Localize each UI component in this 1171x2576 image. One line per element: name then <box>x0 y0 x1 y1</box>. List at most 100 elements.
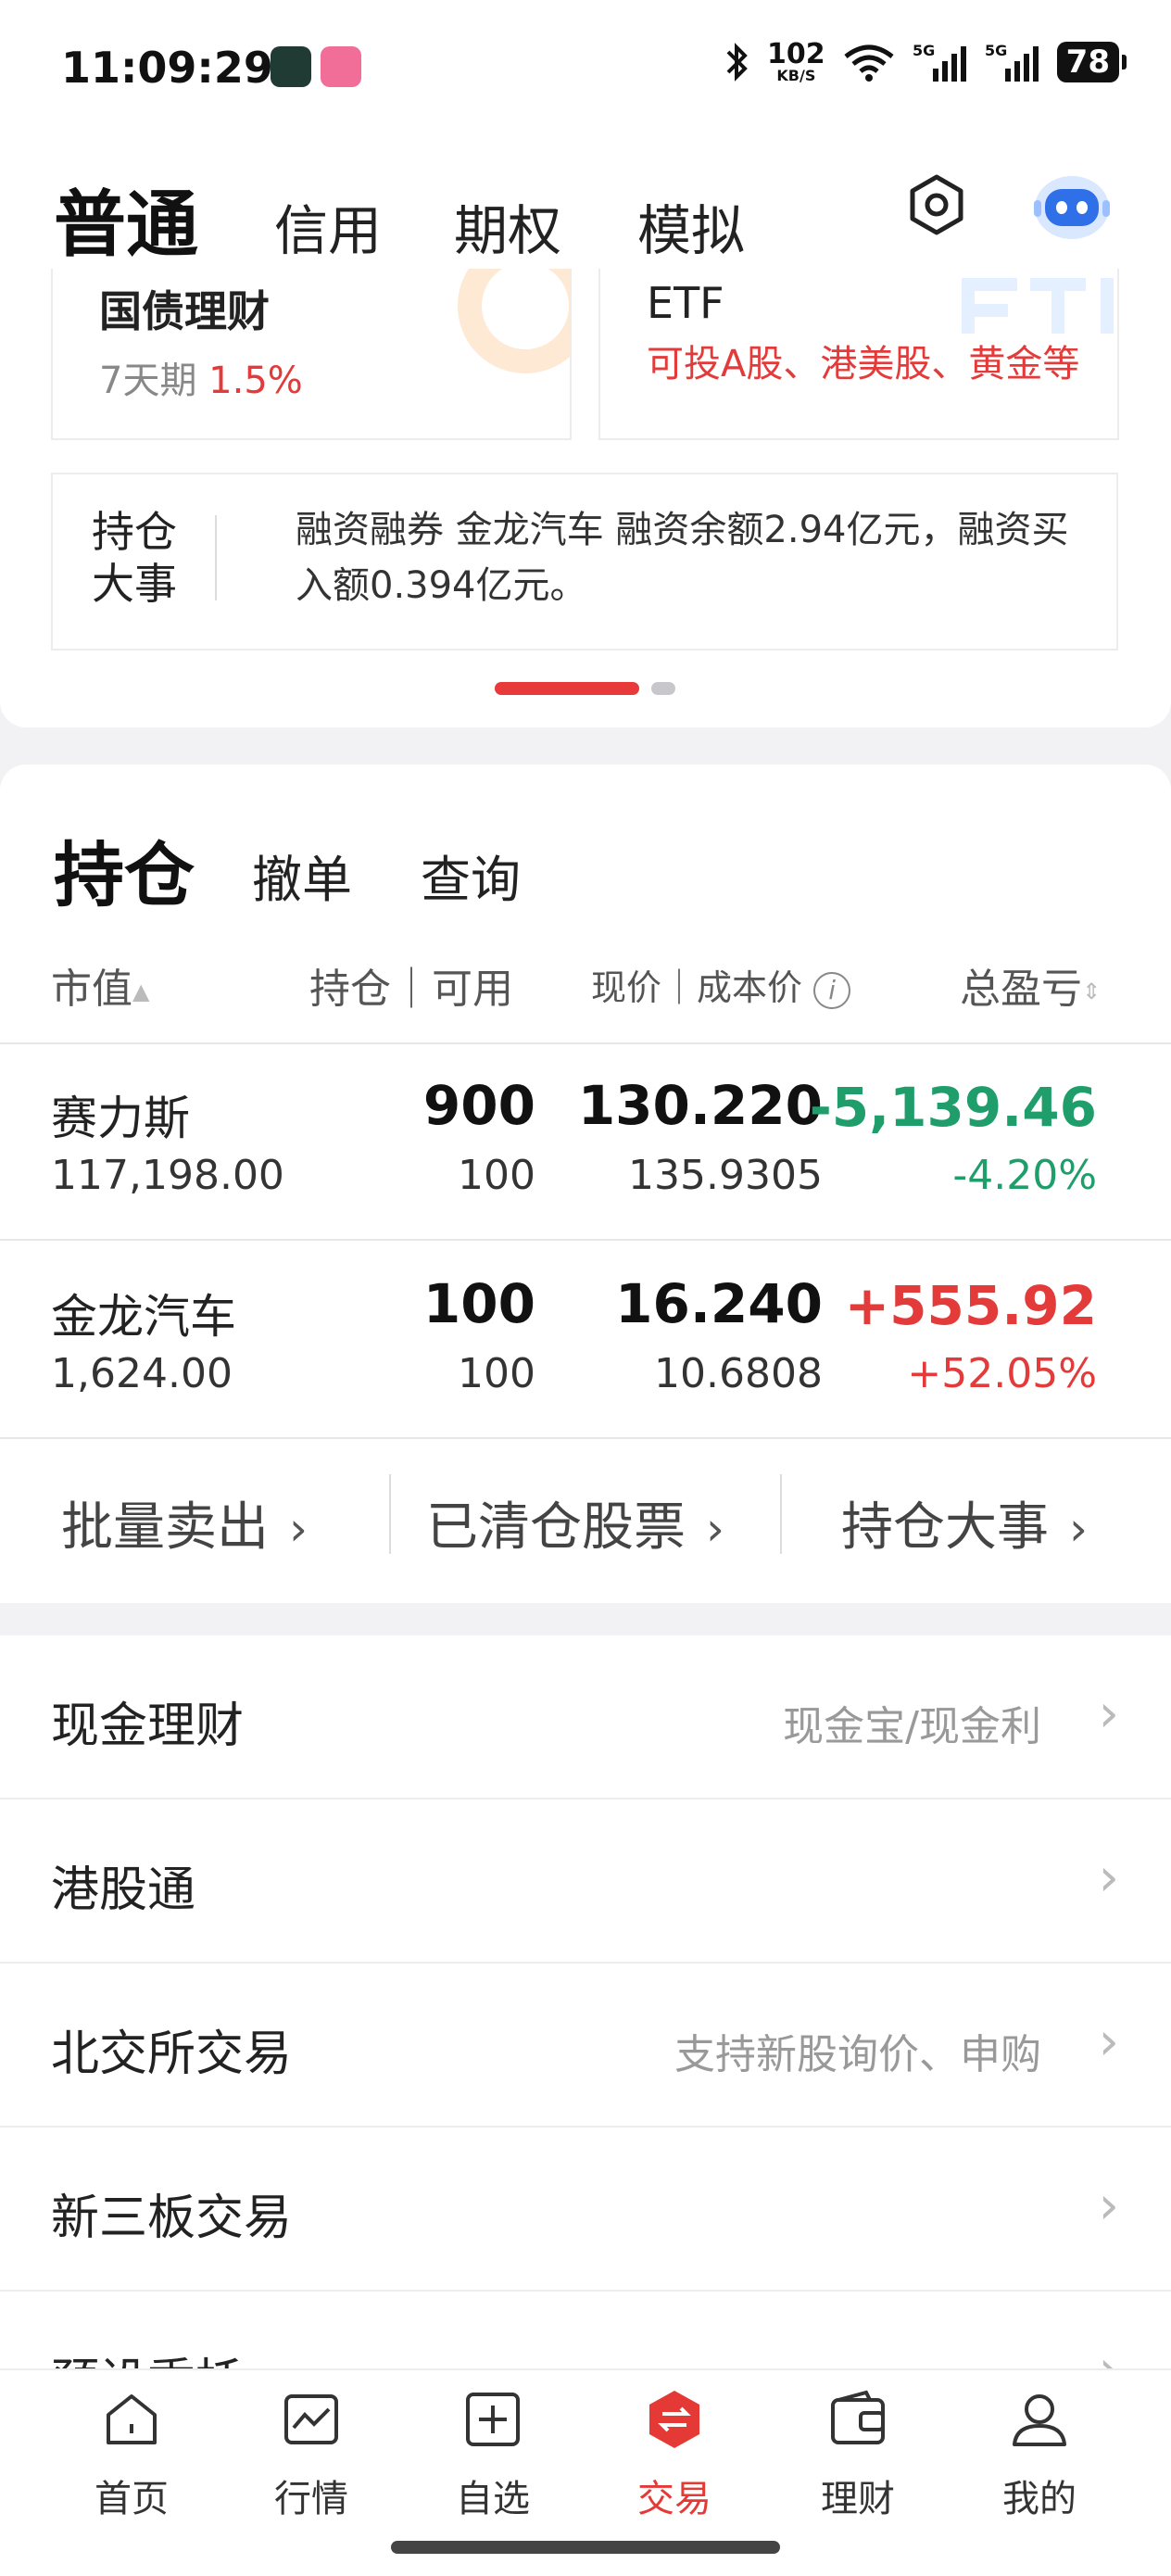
stock-name: 赛力斯 <box>51 1092 190 1145</box>
divider <box>389 1474 391 1554</box>
chevron-right-icon: › <box>1069 1502 1088 1556</box>
position-qty: 100 <box>422 1272 535 1335</box>
chevron-right-icon: › <box>706 1502 724 1556</box>
available-qty: 100 <box>458 1152 535 1199</box>
cleared-stocks-button[interactable]: 已清仓股票 › <box>426 1485 724 1560</box>
list-item-title: 新三板交易 <box>51 2191 293 2246</box>
tab-cancel-order[interactable]: 撤单 <box>252 839 352 912</box>
chevron-right-icon: › <box>289 1502 308 1556</box>
network-speed: 102 KB/S <box>767 38 825 84</box>
holding-row[interactable]: 赛力斯 117,198.00 900 100 130.220 135.9305 … <box>0 1042 1171 1239</box>
home-icon <box>107 2394 157 2444</box>
column-total-pl[interactable]: 总盈亏⇕ <box>960 955 1101 1015</box>
total-pl-percent: +52.05% <box>907 1350 1097 1397</box>
status-icons: 102 KB/S 5G 5G 78 <box>723 38 1127 84</box>
signal-5g-icon-2: 5G <box>985 42 1039 82</box>
promo-subtitle: 可投A股、港美股、黄金等 <box>647 343 1080 385</box>
trade-services-list: 现金理财 现金宝/现金利 › 港股通 › 北交所交易 支持新股询价、申购 › 新… <box>0 1635 1171 2456</box>
decorative-ring-icon <box>458 269 570 373</box>
bilibili-icon <box>321 46 361 87</box>
list-item-cash-management[interactable]: 现金理财 现金宝/现金利 › <box>0 1635 1171 1799</box>
promo-card-bond[interactable]: 国债理财 7天期 1.5% <box>51 269 572 440</box>
cost-price: 10.6808 <box>654 1350 823 1397</box>
carousel-dot-active <box>495 682 639 695</box>
tab-options[interactable]: 期权 <box>454 187 561 265</box>
nav-home[interactable]: 首页 <box>57 2387 206 2522</box>
holding-actions: 批量卖出 › 已清仓股票 › 持仓大事 › <box>0 1439 1171 1602</box>
current-price: 130.220 <box>577 1074 823 1137</box>
current-price: 16.240 <box>615 1272 823 1335</box>
nav-trade[interactable]: 交易 <box>600 2387 749 2522</box>
tab-credit[interactable]: 信用 <box>274 187 382 265</box>
divider <box>780 1474 782 1554</box>
promo-title: 国债理财 <box>99 286 270 336</box>
stock-name: 金龙汽车 <box>51 1290 236 1344</box>
chevron-right-icon: › <box>1098 2012 1119 2072</box>
nav-watchlist[interactable]: 自选 <box>419 2387 567 2522</box>
column-price: 现价｜成本价 i <box>591 959 851 1010</box>
batch-sell-button[interactable]: 批量卖出 › <box>61 1485 308 1560</box>
cost-price: 135.9305 <box>628 1152 823 1199</box>
promo-card-etf[interactable]: ETF 可投A股、港美股、黄金等 <box>598 269 1119 440</box>
wallet-icon <box>831 2390 885 2444</box>
list-item-hk-connect[interactable]: 港股通 › <box>0 1799 1171 1964</box>
nav-profile[interactable]: 我的 <box>965 2387 1114 2522</box>
total-pl: -5,139.46 <box>809 1076 1097 1139</box>
sort-icon: ⇕ <box>1082 979 1102 1004</box>
column-position: 持仓｜可用 <box>309 966 513 1013</box>
nav-wealth[interactable]: 理财 <box>784 2387 932 2522</box>
account-type-tabs: 普通 信用 期权 模拟 <box>0 139 1171 269</box>
carousel-dot <box>651 682 675 695</box>
sort-icon: ▲ <box>132 979 150 1004</box>
news-label: 持仓 大事 <box>92 507 177 609</box>
list-item-subtitle: 支持新股询价、申购 <box>674 2031 1041 2078</box>
battery-indicator: 78 <box>1056 42 1127 82</box>
list-item-bse-trading[interactable]: 北交所交易 支持新股询价、申购 › <box>0 1964 1171 2128</box>
settings-icon[interactable] <box>903 171 970 238</box>
position-qty: 900 <box>422 1074 535 1137</box>
home-indicator[interactable] <box>391 2541 780 2554</box>
list-item-title: 现金理财 <box>51 1698 245 1754</box>
signal-5g-icon: 5G <box>913 42 966 82</box>
user-icon <box>1013 2394 1066 2446</box>
chevron-right-icon: › <box>1098 2176 1119 2236</box>
holding-row[interactable]: 金龙汽车 1,624.00 100 100 16.240 10.6808 +55… <box>0 1241 1171 1437</box>
svg-text:5G: 5G <box>985 42 1007 59</box>
add-square-icon <box>466 2393 520 2446</box>
list-item-title: 港股通 <box>51 1863 196 1918</box>
info-icon[interactable]: i <box>813 971 851 1009</box>
column-market-value[interactable]: 市值▲ <box>51 955 149 1015</box>
list-item-subtitle: 现金宝/现金利 <box>783 1703 1041 1750</box>
bluetooth-icon <box>726 43 748 82</box>
market-value: 1,624.00 <box>51 1350 233 1397</box>
chevron-right-icon: › <box>1098 1684 1119 1744</box>
total-pl: +555.92 <box>844 1274 1097 1337</box>
divider <box>215 515 217 600</box>
tab-simulation[interactable]: 模拟 <box>637 187 745 265</box>
promo-carousel: 国债理财 7天期 1.5% ETF 可投A股、港美股、黄金等 持仓 大事 融资融… <box>0 269 1171 727</box>
promo-title: ETF <box>647 278 724 328</box>
clock: 11:09:29 <box>61 43 273 93</box>
robot-assistant-icon[interactable] <box>1028 167 1115 245</box>
list-item-neeq-trading[interactable]: 新三板交易 › <box>0 2128 1171 2292</box>
chevron-right-icon: › <box>1098 1848 1119 1908</box>
available-qty: 100 <box>458 1350 535 1397</box>
nav-market[interactable]: 行情 <box>237 2387 385 2522</box>
list-item-title: 北交所交易 <box>51 2027 293 2082</box>
trade-exchange-icon <box>649 2391 699 2448</box>
tab-holdings[interactable]: 持仓 <box>48 818 195 920</box>
wifi-icon <box>844 44 894 82</box>
holdings-section: 持仓 撤单 查询 市值▲ 持仓｜可用 现价｜成本价 i 总盈亏⇕ 赛力斯 117… <box>0 764 1171 1603</box>
holding-news-banner[interactable]: 持仓 大事 融资融券 金龙汽车 融资余额2.94亿元，融资买入额0.394亿元。 <box>51 473 1118 650</box>
market-chart-icon <box>284 2394 338 2444</box>
status-bar: 11:09:29 102 KB/S 5G 5G 78 <box>0 0 1171 139</box>
holding-events-button[interactable]: 持仓大事 › <box>841 1485 1088 1560</box>
tab-query[interactable]: 查询 <box>421 839 521 912</box>
news-text: 融资融券 金龙汽车 融资余额2.94亿元，融资买入额0.394亿元。 <box>296 509 1069 607</box>
total-pl-percent: -4.20% <box>952 1152 1097 1199</box>
promo-subtitle: 7天期 1.5% <box>99 360 303 402</box>
market-value: 117,198.00 <box>51 1152 284 1199</box>
svg-text:5G: 5G <box>913 42 935 59</box>
app-notification-icon <box>271 46 311 87</box>
tab-normal[interactable]: 普通 <box>47 167 198 271</box>
